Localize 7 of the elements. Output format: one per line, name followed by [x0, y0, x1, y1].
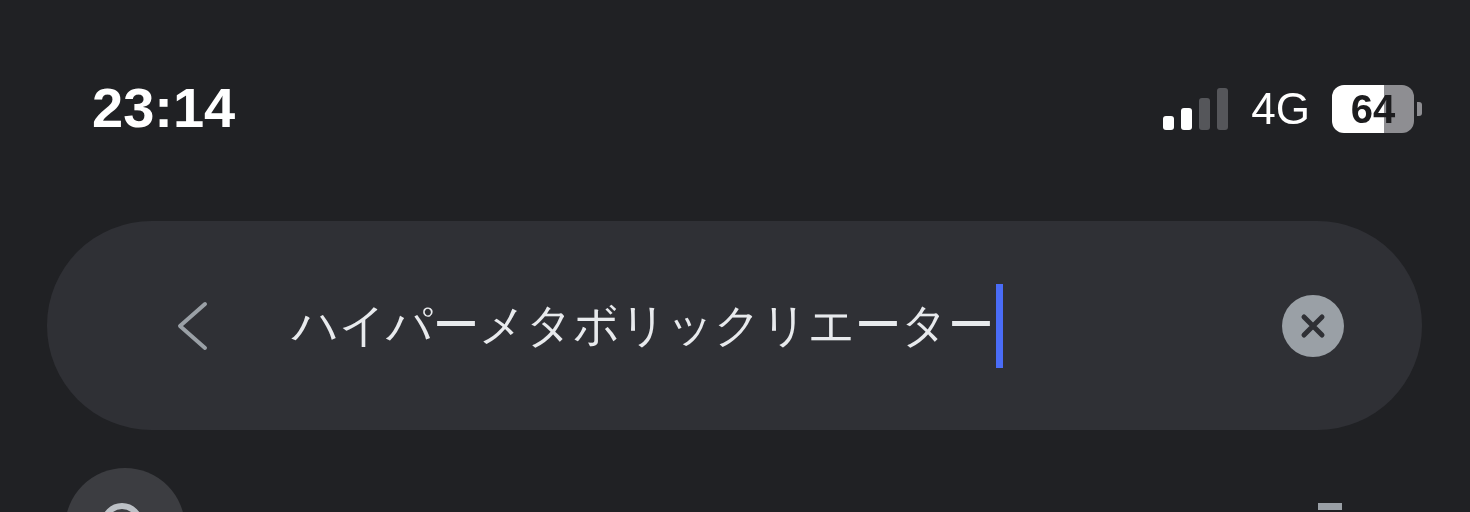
search-input-text[interactable]: ハイパーメタボリックリエーター: [292, 294, 994, 357]
search-field[interactable]: ハイパーメタボリックリエーター: [47, 221, 1422, 430]
clear-icon[interactable]: [1282, 294, 1344, 357]
status-time: 23:14: [92, 76, 236, 140]
back-icon[interactable]: [175, 300, 209, 351]
signal-icon: [1163, 88, 1230, 130]
network-label: 4G: [1251, 84, 1310, 134]
